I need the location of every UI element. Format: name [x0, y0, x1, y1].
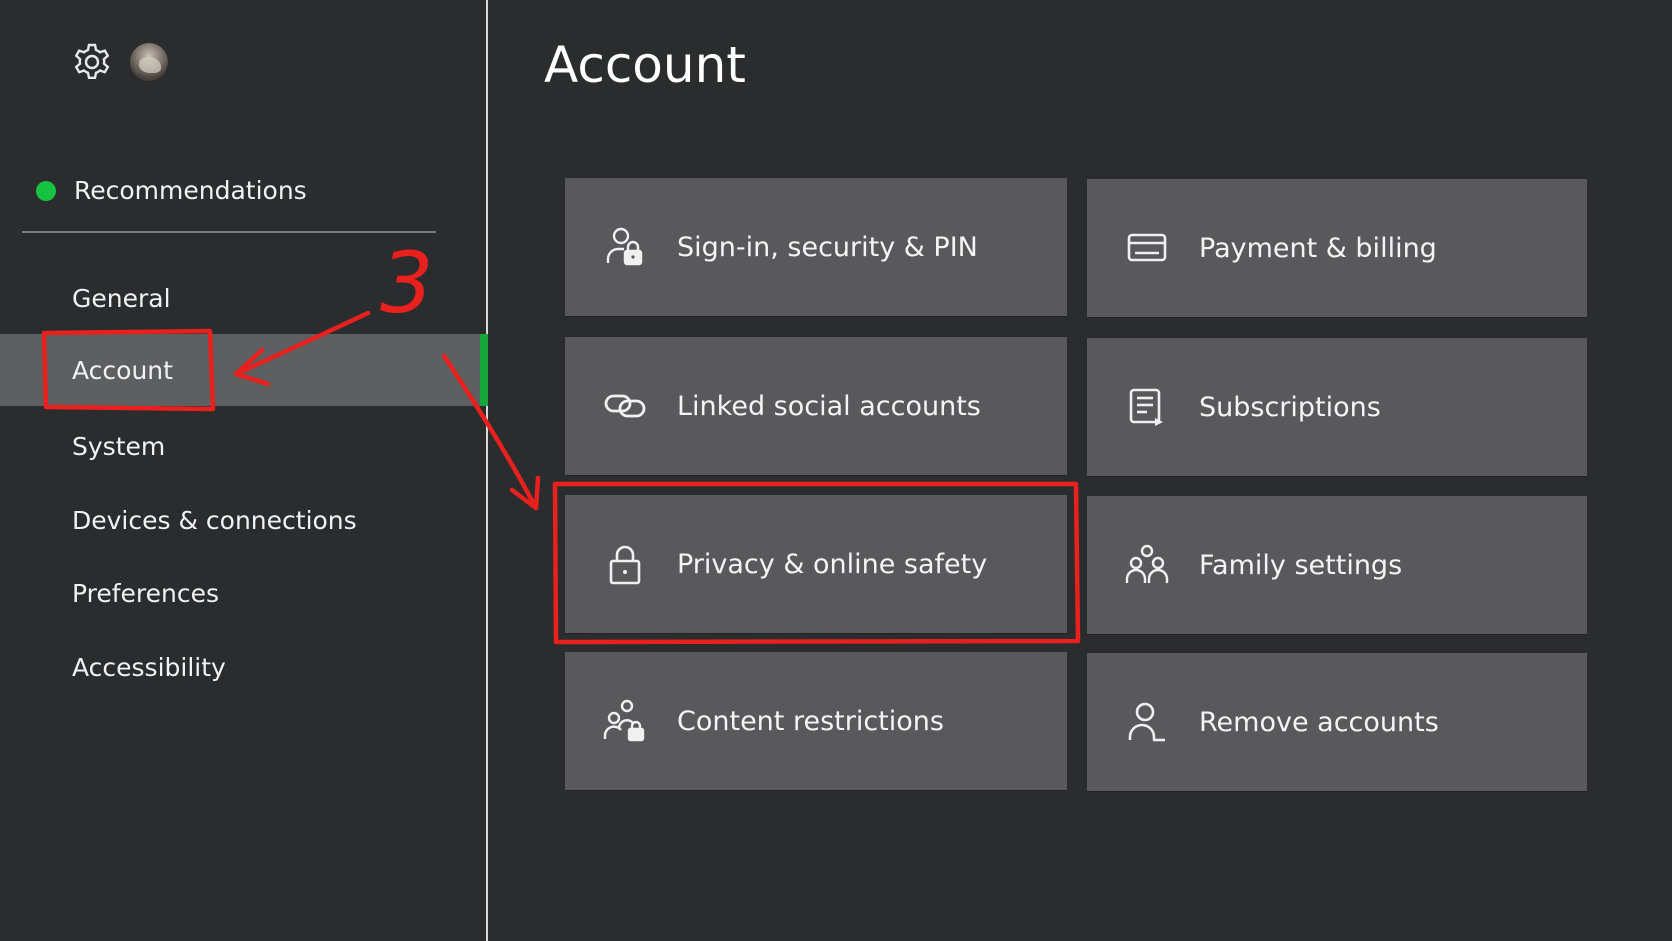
- tile-payment-billing[interactable]: Payment & billing: [1087, 179, 1587, 317]
- tile-family-settings[interactable]: Family settings: [1087, 496, 1587, 634]
- sidebar-item-label: Devices & connections: [72, 505, 357, 535]
- link-icon: [603, 384, 647, 428]
- subscriptions-icon: [1125, 385, 1169, 429]
- tile-label: Linked social accounts: [677, 390, 981, 422]
- lock-icon: [603, 542, 647, 586]
- tile-sign-in-security[interactable]: Sign-in, security & PIN: [565, 178, 1067, 316]
- tile-label: Sign-in, security & PIN: [677, 231, 978, 263]
- sidebar-item-system[interactable]: System: [0, 410, 486, 482]
- credit-card-icon: [1125, 226, 1169, 270]
- tile-linked-social-accounts[interactable]: Linked social accounts: [565, 337, 1067, 475]
- sidebar-divider: [22, 231, 436, 233]
- tile-subscriptions[interactable]: Subscriptions: [1087, 338, 1587, 476]
- sidebar-item-account[interactable]: Account: [0, 334, 488, 406]
- family-lock-icon: [603, 699, 647, 743]
- sidebar: Recommendations General Account System D…: [0, 0, 488, 941]
- tile-label: Payment & billing: [1199, 232, 1437, 264]
- sidebar-item-preferences[interactable]: Preferences: [0, 557, 486, 629]
- recommendations-label: Recommendations: [74, 176, 307, 205]
- sidebar-top-icons: [72, 42, 168, 82]
- tile-label: Privacy & online safety: [677, 548, 988, 580]
- settings-app: Recommendations General Account System D…: [0, 0, 1672, 941]
- tile-label: Remove accounts: [1199, 706, 1439, 738]
- tile-label: Family settings: [1199, 549, 1403, 581]
- sidebar-item-accessibility[interactable]: Accessibility: [0, 631, 486, 703]
- family-icon: [1125, 543, 1169, 587]
- sidebar-item-label: General: [72, 283, 171, 313]
- sidebar-item-label: Preferences: [72, 578, 220, 608]
- tile-label: Subscriptions: [1199, 391, 1381, 423]
- tile-privacy-online-safety[interactable]: Privacy & online safety: [565, 495, 1067, 633]
- user-lock-icon: [603, 225, 647, 269]
- tile-content-restrictions[interactable]: Content restrictions: [565, 652, 1067, 790]
- recommendations-item[interactable]: Recommendations: [36, 176, 307, 205]
- tile-label: Content restrictions: [677, 705, 944, 737]
- main-content: Account Sign-in, security & PIN Payment …: [488, 0, 1672, 941]
- tile-remove-accounts[interactable]: Remove accounts: [1087, 653, 1587, 791]
- sidebar-item-label: Account: [72, 355, 173, 385]
- avatar[interactable]: [130, 43, 168, 81]
- sidebar-item-label: System: [72, 431, 166, 461]
- page-title: Account: [544, 36, 746, 94]
- notification-dot: [36, 180, 56, 201]
- sidebar-item-devices[interactable]: Devices & connections: [0, 484, 486, 556]
- gear-icon[interactable]: [72, 42, 112, 82]
- person-remove-icon: [1125, 700, 1169, 744]
- sidebar-item-label: Accessibility: [72, 652, 226, 682]
- sidebar-item-general[interactable]: General: [0, 262, 486, 334]
